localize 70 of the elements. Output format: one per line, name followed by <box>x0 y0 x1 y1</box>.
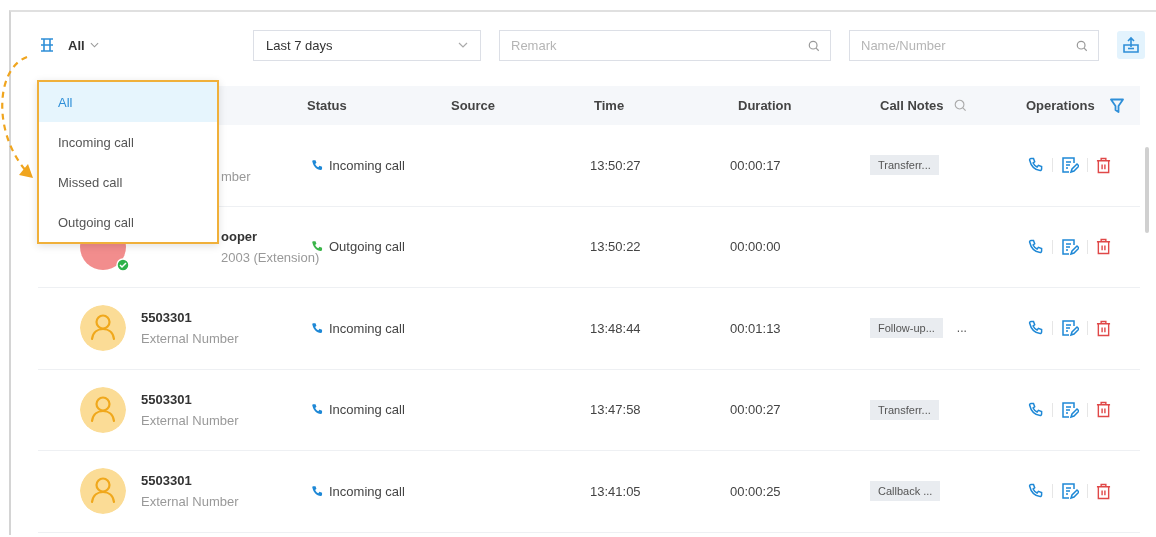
contact-name: 5503301 <box>141 310 193 326</box>
note-edit-icon[interactable] <box>1061 482 1079 501</box>
remark-search-field[interactable]: Remark <box>499 29 831 61</box>
note-tag: Follow-up... <box>870 318 943 339</box>
upload-icon <box>1122 36 1140 54</box>
call-time: 13:50:22 <box>590 239 641 255</box>
call-icon[interactable] <box>1028 401 1044 418</box>
delete-icon[interactable] <box>1096 238 1111 256</box>
call-status: Incoming call <box>329 320 405 336</box>
chevron-down-icon <box>89 42 99 48</box>
menu-item[interactable]: Missed call <box>39 162 217 202</box>
date-range-select[interactable]: Last 7 days <box>253 29 481 61</box>
search-icon[interactable] <box>1076 39 1088 52</box>
search-icon[interactable] <box>808 39 820 52</box>
person-avatar <box>80 468 126 515</box>
note-edit-icon[interactable] <box>1061 156 1079 175</box>
chevron-down-icon <box>458 42 468 48</box>
column-header: Status <box>307 98 347 113</box>
contact-name: 5503301 <box>141 473 193 489</box>
call-status: Incoming call <box>329 157 405 173</box>
call-time: 13:50:27 <box>590 157 641 173</box>
column-header: Duration <box>738 98 792 113</box>
call-status: Incoming call <box>329 402 405 418</box>
call-time: 13:48:44 <box>590 320 641 336</box>
note-tag: Transferr... <box>870 155 939 176</box>
menu-item[interactable]: Incoming call <box>39 122 217 162</box>
column-header: Source <box>451 98 496 113</box>
contact-name: 5503301 <box>141 391 193 407</box>
delete-icon[interactable] <box>1096 482 1111 500</box>
note-tag: Callback ... <box>870 481 941 502</box>
note-edit-icon[interactable] <box>1061 319 1079 338</box>
delete-icon[interactable] <box>1096 156 1111 174</box>
call-duration: 00:00:27 <box>730 402 781 418</box>
filter-icon[interactable] <box>1110 97 1124 114</box>
menu-item[interactable]: Outgoing call <box>39 202 217 242</box>
column-header: Time <box>594 98 625 113</box>
call-icon[interactable] <box>1028 483 1044 500</box>
filter-list-icon[interactable] <box>40 37 54 53</box>
export-button[interactable] <box>1117 31 1145 59</box>
scrollbar[interactable] <box>1145 147 1149 233</box>
more-notes[interactable]: ... <box>956 321 967 336</box>
person-avatar <box>80 305 126 352</box>
note-tag: Transferr... <box>870 399 939 420</box>
call-time: 13:41:05 <box>590 483 641 499</box>
column-header: Call Notes <box>880 98 944 113</box>
type-dropdown[interactable]: All <box>68 37 99 53</box>
call-icon[interactable] <box>1028 238 1044 255</box>
call-duration: 00:00:17 <box>730 157 781 173</box>
call-status: Incoming call <box>329 483 405 499</box>
delete-icon[interactable] <box>1096 401 1111 419</box>
call-icon[interactable] <box>1028 157 1044 174</box>
person-avatar <box>80 386 126 433</box>
call-duration: 00:00:25 <box>730 483 781 499</box>
call-status: Outgoing call <box>329 239 405 255</box>
contact-number-type: External Number <box>141 494 239 510</box>
search-icon[interactable] <box>953 99 967 112</box>
contact-number-fragment: mber <box>221 168 251 184</box>
contact-name-fragment: ooper <box>221 228 259 244</box>
contact-number-type: External Number <box>141 331 239 347</box>
delete-icon[interactable] <box>1096 319 1111 337</box>
contact-number-type: 2003 (Extension) <box>221 249 320 265</box>
call-duration: 00:00:00 <box>730 239 781 255</box>
note-edit-icon[interactable] <box>1061 237 1079 256</box>
column-header: Operations <box>1026 98 1095 113</box>
call-duration: 00:01:13 <box>730 320 781 336</box>
name-number-search-field[interactable]: Name/Number <box>849 29 1099 61</box>
contact-number-type: External Number <box>141 412 239 428</box>
note-edit-icon[interactable] <box>1061 400 1079 419</box>
call-icon[interactable] <box>1028 320 1044 337</box>
call-time: 13:47:58 <box>590 402 641 418</box>
